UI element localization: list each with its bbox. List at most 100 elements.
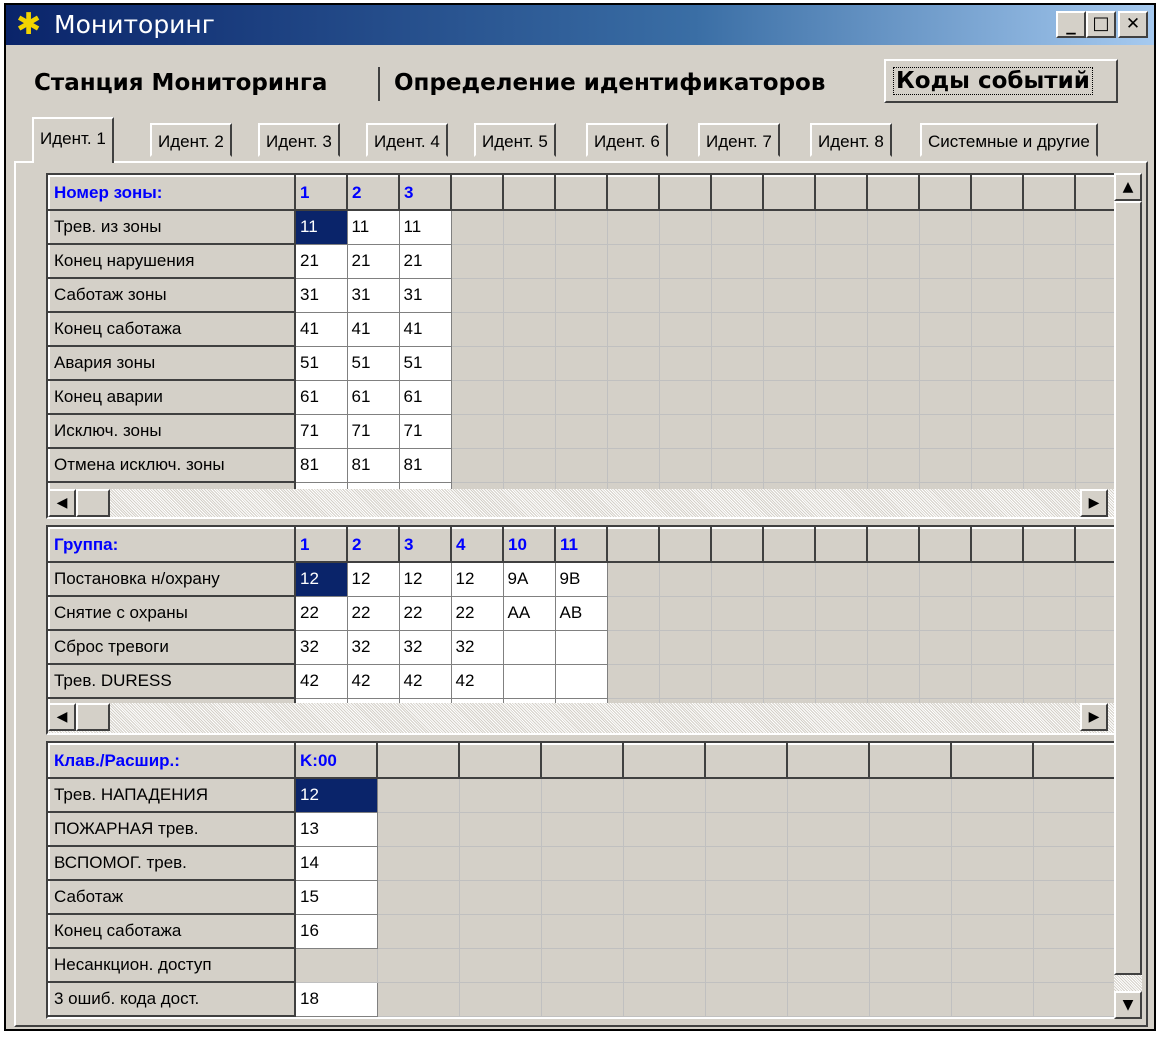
tab-identifier-definition[interactable]: Определение идентификаторов	[394, 63, 825, 103]
empty-cell	[970, 629, 1024, 665]
scroll-left-button[interactable]: ◀	[48, 703, 76, 731]
code-cell[interactable]: 12	[398, 561, 452, 597]
code-cell[interactable]: 11	[398, 209, 452, 245]
code-cell[interactable]	[554, 629, 608, 665]
tab-ident-6[interactable]: Идент. 6	[586, 123, 668, 157]
window-title: Мониторинг	[54, 10, 215, 39]
code-cell[interactable]: 22	[450, 595, 504, 631]
code-cell[interactable]: 42	[346, 663, 400, 699]
tab-ident-2[interactable]: Идент. 2	[150, 123, 232, 157]
code-cell[interactable]: 41	[346, 311, 400, 347]
code-cell[interactable]: 13	[294, 811, 378, 847]
code-cell[interactable]: 21	[346, 243, 400, 279]
code-cell[interactable]: 16	[294, 913, 378, 949]
column-header: 3	[398, 527, 452, 563]
code-cell[interactable]	[502, 629, 556, 665]
code-cell[interactable]: 81	[294, 447, 348, 483]
vertical-scrollbar[interactable]: ▲ ▼	[1114, 173, 1142, 1019]
code-cell[interactable]: 51	[398, 345, 452, 381]
code-cell[interactable]: 42	[450, 663, 504, 699]
scroll-right-button[interactable]: ▶	[1080, 703, 1108, 731]
code-cell[interactable]: 12	[346, 561, 400, 597]
row-label: Конец саботажа	[48, 913, 296, 949]
code-cell[interactable]: 12	[450, 561, 504, 597]
code-cell[interactable]: 71	[346, 413, 400, 449]
vertical-scroll-thumb[interactable]	[1114, 201, 1142, 975]
scroll-right-button[interactable]: ▶	[1080, 489, 1108, 517]
close-button[interactable]: ✕	[1118, 11, 1148, 38]
code-cell[interactable]: AB	[554, 595, 608, 631]
tab-ident-5[interactable]: Идент. 5	[474, 123, 556, 157]
code-cell[interactable]: 9A	[502, 561, 556, 597]
maximize-button[interactable]: □	[1086, 11, 1116, 38]
code-cell[interactable]: 14	[294, 845, 378, 881]
code-cell[interactable]: AA	[502, 595, 556, 631]
zones-horizontal-scrollbar[interactable]: ◀ ▶	[48, 489, 1140, 517]
code-cell[interactable]: 12	[294, 777, 378, 813]
code-cell[interactable]: 81	[346, 447, 400, 483]
code-cell[interactable]: 31	[398, 277, 452, 313]
code-cell[interactable]: 15	[294, 879, 378, 915]
code-cell[interactable]	[294, 947, 378, 983]
tab-event-codes[interactable]: Коды событий	[884, 59, 1118, 103]
code-cell[interactable]: 12	[294, 561, 348, 597]
tab-ident-8[interactable]: Идент. 8	[810, 123, 892, 157]
code-cell[interactable]: 51	[346, 345, 400, 381]
tab-ident-3[interactable]: Идент. 3	[258, 123, 340, 157]
scroll-thumb[interactable]	[76, 489, 110, 517]
code-cell[interactable]: 9B	[554, 561, 608, 597]
code-cell[interactable]: 11	[346, 209, 400, 245]
code-cell[interactable]: 42	[294, 663, 348, 699]
tab-ident-7[interactable]: Идент. 7	[698, 123, 780, 157]
code-cell[interactable]: 32	[294, 629, 348, 665]
empty-cell	[450, 413, 504, 449]
empty-cell	[540, 845, 624, 881]
minimize-button[interactable]: _	[1056, 11, 1086, 38]
title-bar[interactable]: ✱ Мониторинг _ □ ✕	[6, 5, 1154, 45]
code-cell[interactable]: 22	[346, 595, 400, 631]
empty-cell	[376, 777, 460, 813]
code-cell[interactable]: 32	[450, 629, 504, 665]
code-cell[interactable]: 71	[398, 413, 452, 449]
code-cell[interactable]: 22	[398, 595, 452, 631]
empty-column-header	[1032, 743, 1116, 779]
code-cell[interactable]: 11	[294, 209, 348, 245]
empty-cell	[458, 981, 542, 1017]
code-cell[interactable]: 18	[294, 981, 378, 1017]
scroll-left-button[interactable]: ◀	[48, 489, 76, 517]
code-cell[interactable]: 71	[294, 413, 348, 449]
code-cell[interactable]	[502, 663, 556, 699]
code-cell[interactable]: 61	[294, 379, 348, 415]
code-cell[interactable]: 41	[294, 311, 348, 347]
tab-monitoring-station[interactable]: Станция Мониторинга	[34, 63, 327, 103]
empty-cell	[658, 663, 712, 699]
code-cell[interactable]: 32	[346, 629, 400, 665]
tab-ident-4[interactable]: Идент. 4	[366, 123, 448, 157]
code-cell[interactable]: 41	[398, 311, 452, 347]
code-cell[interactable]: 61	[346, 379, 400, 415]
code-cell[interactable]: 42	[398, 663, 452, 699]
code-cell[interactable]	[554, 663, 608, 699]
tab-ident-1[interactable]: Идент. 1	[32, 117, 114, 163]
code-cell[interactable]: 81	[398, 447, 452, 483]
empty-cell	[1032, 947, 1116, 983]
code-cell[interactable]: 61	[398, 379, 452, 415]
code-cell[interactable]: 21	[398, 243, 452, 279]
scroll-down-button[interactable]: ▼	[1114, 991, 1142, 1019]
scroll-up-button[interactable]: ▲	[1114, 173, 1142, 201]
code-cell[interactable]: 31	[346, 277, 400, 313]
code-cell[interactable]: 22	[294, 595, 348, 631]
code-cell[interactable]: 51	[294, 345, 348, 381]
code-cell[interactable]: 32	[398, 629, 452, 665]
code-cell[interactable]: 21	[294, 243, 348, 279]
row-label: ПОЖАРНАЯ трев.	[48, 811, 296, 847]
empty-cell	[622, 947, 706, 983]
empty-cell	[950, 947, 1034, 983]
tab-system-and-other[interactable]: Системные и другие	[920, 123, 1098, 157]
scroll-thumb[interactable]	[76, 703, 110, 731]
empty-cell	[606, 277, 660, 313]
empty-cell	[704, 879, 788, 915]
empty-cell	[710, 345, 764, 381]
groups-horizontal-scrollbar[interactable]: ◀ ▶	[48, 703, 1140, 733]
code-cell[interactable]: 31	[294, 277, 348, 313]
